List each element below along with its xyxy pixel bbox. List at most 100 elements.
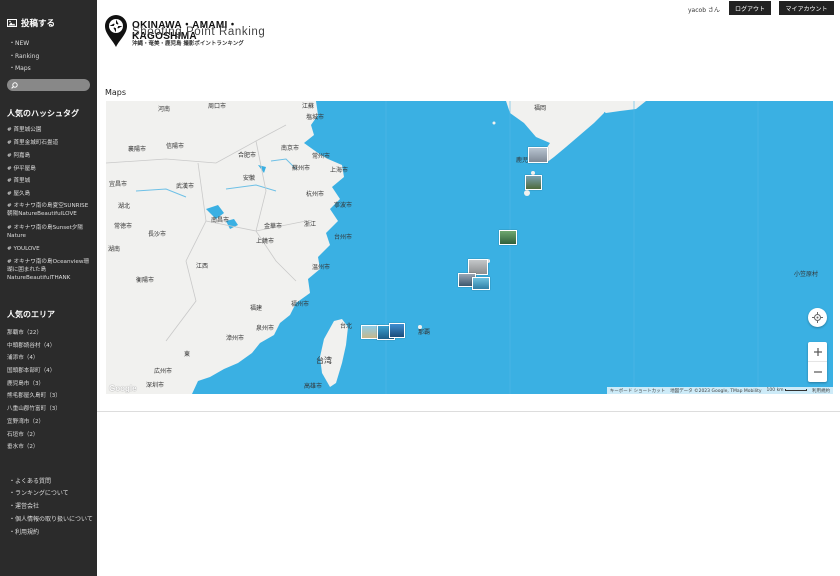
- map-label: 常州市: [312, 153, 331, 160]
- map-label: 台州市: [334, 234, 353, 241]
- photo-marker[interactable]: [389, 323, 405, 338]
- map-label: 蘇州市: [292, 165, 311, 172]
- footer-link-faq[interactable]: ・よくある質問: [9, 476, 51, 485]
- hashtag-item[interactable]: # オキナワ南の島Sunset夕陽Nature: [7, 224, 91, 240]
- area-item[interactable]: 那覇市（22）: [7, 328, 42, 336]
- hashtag-item[interactable]: # 首里城公園: [7, 126, 91, 134]
- user-greeting: yacob さん: [688, 7, 720, 14]
- map-label: 襄陽市: [128, 146, 147, 153]
- nav-maps[interactable]: ・Maps: [9, 63, 31, 72]
- hashtag-item[interactable]: # YOULOVE: [7, 245, 91, 253]
- hashtags-title: 人気のハッシュタグ: [7, 109, 79, 118]
- photo-marker[interactable]: [525, 175, 542, 190]
- map-label: 福建: [250, 305, 263, 312]
- hashtag-item[interactable]: # オキナワ南の島夏空SUNRISE朝陽NatureBeautifulLOVE: [7, 202, 91, 218]
- map-label: 寧波市: [334, 202, 353, 209]
- footer-link-ranking[interactable]: ・ランキングについて: [9, 488, 69, 497]
- map-land: [106, 101, 759, 394]
- map-label: 江西: [196, 263, 209, 270]
- hashtag-item[interactable]: # 首里金城町石畳道: [7, 139, 91, 147]
- map-label: 那覇: [418, 329, 431, 336]
- map-label: 温州市: [312, 264, 331, 271]
- map-label: 信陽市: [166, 143, 185, 150]
- area-item[interactable]: 垂水市（2）: [7, 442, 39, 450]
- image-icon: [7, 19, 17, 27]
- my-account-button[interactable]: マイアカウント: [779, 1, 834, 15]
- area-item[interactable]: 石垣市（2）: [7, 430, 39, 438]
- hashtag-item[interactable]: # 首里城: [7, 177, 91, 185]
- keyboard-shortcuts-link[interactable]: キーボード ショートカット: [610, 388, 665, 394]
- minus-icon: [813, 371, 822, 373]
- hashtag-item[interactable]: # オキナワ南の島Oceanview珊瑚に囲まれた島NatureBeautifu…: [7, 258, 91, 282]
- zoom-in-button[interactable]: [808, 342, 827, 362]
- google-logo: Google: [109, 384, 137, 393]
- nav-new[interactable]: ・NEW: [9, 38, 29, 47]
- map-label: 長沙市: [148, 231, 167, 238]
- nav-ranking[interactable]: ・Ranking: [9, 51, 39, 60]
- sidebar: 投稿する ・NEW ・Ranking ・Maps 人気のハッシュタグ # 首里城…: [0, 0, 97, 576]
- photo-marker[interactable]: [528, 147, 548, 163]
- hashtag-item[interactable]: # 阿嘉島: [7, 152, 91, 160]
- content-divider: [97, 411, 840, 412]
- photo-marker[interactable]: [499, 230, 517, 245]
- areas-title: 人気のエリア: [7, 310, 55, 319]
- plus-icon: [813, 347, 822, 356]
- area-item[interactable]: 熊毛郡屋久島町（3）: [7, 391, 61, 399]
- locate-icon: [812, 312, 823, 323]
- map-label: 金華市: [264, 223, 283, 230]
- map-data-credit: 地図データ ©2023 Google, TMap Mobility: [670, 388, 762, 394]
- map-label: 高雄市: [304, 383, 323, 390]
- map-label: 周口市: [208, 103, 227, 110]
- footer-link-privacy[interactable]: ・個人情報の取り扱いについて: [9, 514, 93, 523]
- map-label: 東: [184, 351, 191, 358]
- zoom-out-button[interactable]: [808, 362, 827, 382]
- area-item[interactable]: 中頭郡読谷村（4）: [7, 341, 55, 349]
- map-label: 安徽: [243, 175, 256, 182]
- footer-link-company[interactable]: ・運営会社: [9, 501, 39, 510]
- map-label: 上饒市: [256, 238, 275, 245]
- map-label: 塩城市: [306, 114, 325, 121]
- terms-link[interactable]: 利用規約: [812, 388, 830, 394]
- hashtag-item[interactable]: # 伊平屋島: [7, 165, 91, 173]
- map-view[interactable]: 河南 周口市 江蘇 塩城市 襄陽市 信陽市 合肥市 南京市 常州市 蘇州市 上海…: [106, 101, 833, 394]
- area-item[interactable]: 宜野湾市（2）: [7, 417, 44, 425]
- area-item[interactable]: 浦添市（4）: [7, 353, 39, 361]
- page-title: Maps: [105, 88, 127, 97]
- map-label: 漳州市: [226, 335, 245, 342]
- map-scale: 100 km: [767, 388, 807, 393]
- logo-caption: 沖縄・奄美・鹿児島 撮影ポイントランキング: [132, 41, 244, 47]
- search-box[interactable]: [7, 79, 90, 91]
- search-input[interactable]: [21, 82, 85, 88]
- map-label: 杭州市: [306, 191, 325, 198]
- footer-link-terms[interactable]: ・利用規約: [9, 527, 39, 536]
- logo-subtitle: Shooting Point Ranking: [132, 26, 266, 38]
- map-label: 深圳市: [146, 382, 165, 389]
- locate-button[interactable]: [808, 308, 827, 327]
- post-button[interactable]: 投稿する: [7, 17, 55, 29]
- shutter-pin-icon: [105, 15, 127, 47]
- map-label: 南京市: [281, 145, 300, 152]
- site-logo[interactable]: OKINAWA・AMAMI・KAGOSHIMA Shooting Point R…: [104, 13, 294, 49]
- map-label: 湖南: [108, 246, 121, 253]
- zoom-control: [808, 342, 827, 382]
- hashtag-item[interactable]: # 屋久島: [7, 190, 91, 198]
- area-item[interactable]: 国頭郡本部町（4）: [7, 366, 55, 374]
- map-label: 小笠原村: [794, 271, 819, 278]
- photo-marker[interactable]: [472, 277, 490, 290]
- map-label: 台北: [340, 323, 353, 330]
- map-label: 江蘇: [302, 103, 315, 110]
- map-label: 泉州市: [256, 325, 275, 332]
- map-attribution: キーボード ショートカット 地図データ ©2023 Google, TMap M…: [606, 387, 833, 394]
- logout-button[interactable]: ログアウト: [729, 1, 771, 15]
- map-label: 宜昌市: [109, 181, 128, 188]
- map-label: 常徳市: [114, 223, 133, 230]
- map-label: 上海市: [330, 167, 349, 174]
- search-icon: [11, 81, 18, 89]
- map-label: 武漢市: [176, 183, 195, 190]
- post-label: 投稿する: [21, 19, 56, 29]
- map-label: 南昌市: [211, 217, 230, 224]
- area-item[interactable]: 八重山郡竹富町（3）: [7, 404, 61, 412]
- map-label: 福州市: [291, 301, 310, 308]
- area-item[interactable]: 鹿児島市（3）: [7, 379, 44, 387]
- map-label: 湖北: [118, 203, 131, 210]
